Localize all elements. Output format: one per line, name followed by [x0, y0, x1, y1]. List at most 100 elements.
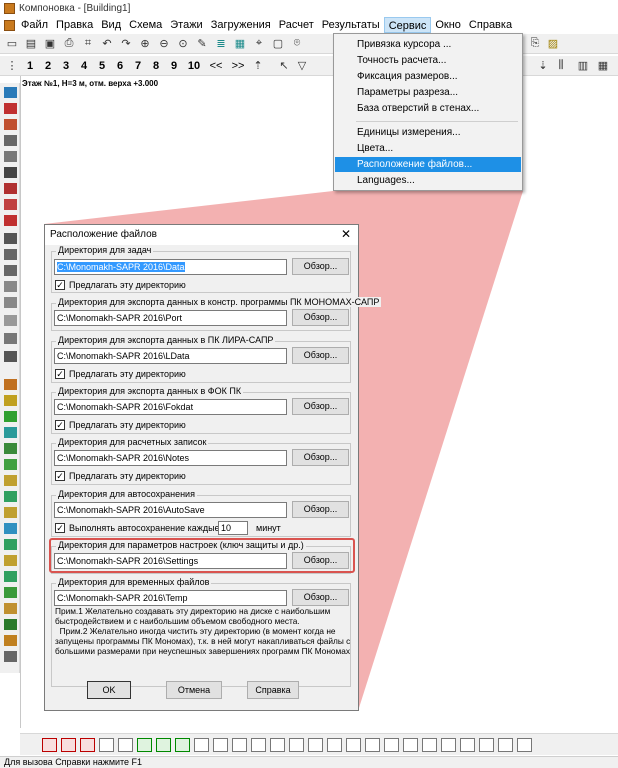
menu-scheme[interactable]: Схема	[125, 17, 166, 33]
close-icon[interactable]: ✕	[340, 228, 352, 240]
browse-button[interactable]: Обзор...	[292, 398, 349, 415]
scheme-icon[interactable]: ⌗	[80, 36, 96, 52]
suggest-checkbox[interactable]: ✓ Предлагать эту директорию	[55, 471, 186, 481]
tool-icon[interactable]	[4, 523, 17, 534]
tool-icon[interactable]	[4, 427, 17, 438]
tool-icon[interactable]	[4, 183, 17, 194]
browse-button[interactable]: Обзор...	[292, 347, 349, 364]
edit-icon[interactable]	[213, 737, 228, 752]
menu-units[interactable]: Единицы измерения...	[335, 125, 521, 140]
load-icon[interactable]	[251, 737, 266, 752]
column-icon[interactable]	[118, 737, 133, 752]
rect-icon[interactable]	[384, 737, 399, 752]
node-icon[interactable]: ⌾	[289, 36, 305, 52]
floor-6-button[interactable]: 6	[112, 58, 128, 74]
tool-icon[interactable]	[4, 475, 17, 486]
path-field-temp[interactable]: C:\Monomakh-SAPR 2016\Temp	[54, 590, 287, 606]
tool-icon[interactable]	[4, 135, 17, 146]
tool-icon[interactable]	[4, 215, 17, 226]
floor-8-button[interactable]: 8	[148, 58, 164, 74]
path-field-autosave[interactable]: C:\Monomakh-SAPR 2016\AutoSave	[54, 502, 287, 518]
tool-icon[interactable]	[4, 297, 17, 308]
path-field-tasks[interactable]: C:\Monomakh-SAPR 2016\Data	[54, 259, 287, 275]
tool-icon[interactable]	[4, 635, 17, 646]
save-icon[interactable]: ▣	[42, 36, 58, 52]
print-icon[interactable]: ⎙	[61, 36, 77, 52]
menu-edit[interactable]: Правка	[52, 17, 97, 33]
floor-4-button[interactable]: 4	[76, 58, 92, 74]
select-icon[interactable]: ▢	[270, 36, 286, 52]
tool-icon[interactable]	[4, 199, 17, 210]
browse-button[interactable]: Обзор...	[292, 501, 349, 518]
menu-loads[interactable]: Загружения	[207, 17, 275, 33]
menu-file-locations[interactable]: Расположение файлов...	[335, 157, 521, 172]
path-field-fokdat[interactable]: C:\Monomakh-SAPR 2016\Fokdat	[54, 399, 287, 415]
menu-results[interactable]: Результаты	[318, 17, 384, 33]
edit-icon[interactable]	[498, 737, 513, 752]
tool-icon[interactable]	[4, 491, 17, 502]
menu-file[interactable]: Файл	[17, 17, 52, 33]
edit-icon[interactable]	[403, 737, 418, 752]
key-icon[interactable]: ▨	[545, 36, 561, 52]
tool-icon[interactable]	[4, 411, 17, 422]
move-down-icon[interactable]: ⇣	[535, 58, 551, 74]
panel2-icon[interactable]: ▦	[595, 58, 611, 74]
load-down-icon[interactable]	[156, 737, 171, 752]
menu-calc[interactable]: Расчет	[275, 17, 318, 33]
suggest-checkbox[interactable]: ✓ Предлагать эту директорию	[55, 420, 186, 430]
ok-button[interactable]: OK	[87, 681, 131, 699]
suggest-checkbox[interactable]: ✓ Предлагать эту директорию	[55, 280, 186, 290]
browse-button[interactable]: Обзор...	[292, 449, 349, 466]
browse-button[interactable]: Обзор...	[292, 309, 349, 326]
edit-icon[interactable]	[232, 737, 247, 752]
floor-5-button[interactable]: 5	[94, 58, 110, 74]
floor-prev-button[interactable]: <<	[206, 58, 226, 74]
floor-1-button[interactable]: 1	[22, 58, 38, 74]
edit-icon[interactable]	[422, 737, 437, 752]
tool-icon[interactable]	[4, 651, 17, 662]
edit-icon[interactable]	[517, 737, 532, 752]
floor-7-button[interactable]: 7	[130, 58, 146, 74]
menu-floors[interactable]: Этажи	[166, 17, 206, 33]
zoom-window-icon[interactable]: ⊙	[175, 36, 191, 52]
tool-icon[interactable]	[4, 571, 17, 582]
load-down-icon[interactable]	[137, 737, 152, 752]
menu-help[interactable]: Справка	[465, 17, 516, 33]
rect-icon[interactable]	[346, 737, 361, 752]
menu-cursor-snap[interactable]: Привязка курсора ...	[335, 37, 521, 52]
tool-icon[interactable]	[4, 603, 17, 614]
cursor-icon[interactable]: ↖	[276, 58, 292, 74]
autosave-minutes-input[interactable]: 10	[218, 521, 248, 535]
checkbox-icon[interactable]: ✓	[55, 420, 65, 430]
beam-icon[interactable]	[61, 737, 76, 752]
column-icon[interactable]	[99, 737, 114, 752]
undo-icon[interactable]: ↶	[99, 36, 115, 52]
path-field-ldata[interactable]: C:\Monomakh-SAPR 2016\LData	[54, 348, 287, 364]
rect-icon[interactable]	[289, 737, 304, 752]
new-file-icon[interactable]: ▭	[4, 36, 20, 52]
tool-icon[interactable]	[4, 555, 17, 566]
pencil-icon[interactable]: ✎	[194, 36, 210, 52]
browse-button[interactable]: Обзор...	[292, 258, 349, 275]
tool-icon[interactable]	[4, 167, 17, 178]
edit-icon[interactable]	[441, 737, 456, 752]
tool-icon[interactable]	[4, 587, 17, 598]
tool-icon[interactable]	[4, 459, 17, 470]
floor-next-button[interactable]: >>	[228, 58, 248, 74]
tool-icon[interactable]	[4, 103, 17, 114]
tool-icon[interactable]	[4, 443, 17, 454]
floor-9-button[interactable]: 9	[166, 58, 182, 74]
zoom-in-icon[interactable]: ⊕	[137, 36, 153, 52]
tool-icon[interactable]	[4, 619, 17, 630]
columns-icon[interactable]: ⫼	[553, 58, 569, 74]
beam-icon[interactable]	[80, 737, 95, 752]
cancel-button[interactable]: Отмена	[166, 681, 222, 699]
tool-icon[interactable]	[4, 87, 17, 98]
path-field-notes[interactable]: C:\Monomakh-SAPR 2016\Notes	[54, 450, 287, 466]
rect-icon[interactable]	[308, 737, 323, 752]
layers-icon[interactable]: ≣	[213, 36, 229, 52]
menu-window[interactable]: Окно	[431, 17, 465, 33]
menu-calc-precision[interactable]: Точность расчета...	[335, 53, 521, 68]
tool-icon[interactable]	[4, 233, 17, 244]
autosave-checkbox[interactable]: ✓ Выполнять автосохранение каждые	[55, 523, 220, 533]
